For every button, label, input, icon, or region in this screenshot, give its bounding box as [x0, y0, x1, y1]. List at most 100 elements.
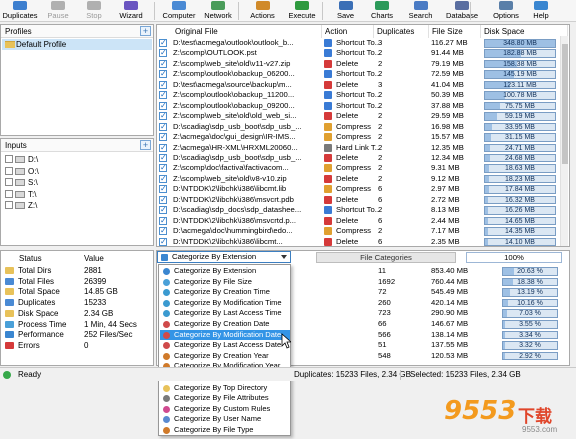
- table-row[interactable]: ✓ Z:\scomp\outlook\obackup_09200... Shortc…: [157, 101, 568, 112]
- row-checkbox[interactable]: ✓: [159, 80, 167, 89]
- wizard-button[interactable]: Wizard: [112, 0, 150, 22]
- row-checkbox[interactable]: ✓: [159, 49, 167, 58]
- table-row[interactable]: ✓ Z:\scomp\web_site\old\v11-v27.zip Delete…: [157, 59, 568, 70]
- row-checkbox[interactable]: ✓: [159, 206, 167, 215]
- computer-button[interactable]: Computer: [160, 0, 198, 22]
- row-checkbox[interactable]: ✓: [159, 216, 167, 225]
- menu-item-categorize[interactable]: Categorize By Custom Rules: [160, 404, 290, 415]
- menu-item-categorize[interactable]: Categorize By Modification Time: [160, 298, 290, 309]
- col-file-size[interactable]: File Size: [429, 25, 481, 38]
- row-checkbox[interactable]: ✓: [159, 237, 167, 246]
- execute-button[interactable]: Execute: [282, 0, 322, 22]
- scrollbar-thumb[interactable]: [562, 44, 568, 164]
- menu-item-categorize[interactable]: Categorize By Top Directory: [160, 383, 290, 394]
- row-checkbox[interactable]: ✓: [159, 39, 167, 47]
- input-item[interactable]: D:\: [2, 154, 152, 165]
- row-checkbox[interactable]: ✓: [159, 174, 167, 183]
- menu-item-categorize[interactable]: Categorize By File Attributes: [160, 393, 290, 404]
- table-row[interactable]: ✓ D:\test\acmega\outlook\outlook_b... Shor…: [157, 38, 568, 49]
- charts-button[interactable]: Charts: [363, 0, 401, 22]
- actions-button[interactable]: Actions: [243, 0, 282, 22]
- col-original-file[interactable]: Original File: [157, 25, 322, 38]
- table-row[interactable]: ✓ D:\scadiag\sdp_docs\sdp_datashee... Shor…: [157, 205, 568, 216]
- category-percent: 2.92 %: [519, 352, 541, 360]
- row-checkbox[interactable]: ✓: [159, 143, 167, 152]
- menu-item-categorize[interactable]: Categorize By Creation Time: [160, 287, 290, 298]
- table-row[interactable]: ✓ D:\acmega\doc\hummingbird\edo... Compres…: [157, 226, 568, 237]
- checkbox[interactable]: [5, 166, 13, 175]
- row-checkbox[interactable]: ✓: [159, 101, 167, 110]
- row-checkbox[interactable]: ✓: [159, 195, 167, 204]
- table-row[interactable]: ✓ Z:\scomp\outlook\obackup_06200... Shortc…: [157, 69, 568, 80]
- menu-item-categorize[interactable]: Categorize By File Type: [160, 425, 290, 436]
- row-checkbox[interactable]: ✓: [159, 70, 167, 79]
- checkbox[interactable]: [5, 201, 13, 209]
- col-duplicates[interactable]: Duplicates: [374, 25, 429, 38]
- pause-button: Pause: [40, 0, 76, 22]
- table-row[interactable]: ✓ D:\NTDDK\2\libchk\i386\libcmt.lib Compre…: [157, 184, 568, 195]
- disk-space-bar: 182.88 MB: [484, 49, 556, 58]
- row-duplicates: 2: [378, 48, 383, 58]
- row-checkbox[interactable]: ✓: [159, 112, 167, 121]
- table-row[interactable]: ✓ Z:\scomp\web_site\old\v8-v10.zip Delete 2…: [157, 174, 568, 185]
- input-item[interactable]: S:\: [2, 177, 152, 188]
- menu-item-categorize[interactable]: Categorize By Modification Date: [160, 329, 290, 341]
- input-item[interactable]: Z:\: [2, 200, 152, 211]
- add-input-button[interactable]: +: [140, 140, 151, 150]
- table-row[interactable]: ✓ Z:\scomp\doc\factiva\factivacom... Compr…: [157, 163, 568, 174]
- checkbox[interactable]: [5, 189, 13, 198]
- zoom-field[interactable]: 100%: [466, 252, 562, 263]
- help-button[interactable]: Help: [526, 0, 556, 22]
- table-row[interactable]: ✓ Z:\scomp\web_site\old\old_web_si... Dele…: [157, 111, 568, 122]
- table-row[interactable]: ✓ D:\scadiag\sdp_usb_boot\sdp_usb_... Comp…: [157, 122, 568, 133]
- menu-item-categorize[interactable]: Categorize By Last Access Date: [160, 340, 290, 351]
- menu-item-categorize[interactable]: Categorize By File Size: [160, 277, 290, 288]
- database-button[interactable]: Database: [440, 0, 484, 22]
- menu-item-categorize[interactable]: Categorize By Creation Date: [160, 319, 290, 330]
- categorize-dropdown[interactable]: Categorize By Extension: [157, 251, 291, 263]
- menu-item-label: Categorize By Creation Time: [174, 287, 270, 297]
- options-button[interactable]: Options: [486, 0, 526, 22]
- category-count: 548: [378, 350, 391, 360]
- input-item-label: O:\: [28, 166, 39, 176]
- col-action[interactable]: Action: [322, 25, 374, 38]
- table-row[interactable]: ✓ Z:\acmega\doc\gui_design\IR-IMS... Compr…: [157, 132, 568, 143]
- add-profile-button[interactable]: +: [140, 26, 151, 36]
- table-row[interactable]: ✓ Z:\acmega\HR-XML\HRXML20060... Hard Link…: [157, 143, 568, 154]
- table-row[interactable]: ✓ D:\scadiag\sdp_usb_boot\sdp_usb_... Dele…: [157, 153, 568, 164]
- row-duplicates: 2: [378, 58, 383, 68]
- col-disk-space[interactable]: Disk Space: [481, 25, 568, 38]
- row-checkbox[interactable]: ✓: [159, 227, 167, 236]
- table-scrollbar[interactable]: [560, 36, 568, 246]
- table-row[interactable]: ✓ Z:\scomp\OUTLOOK.pst Shortcut To... 2 91.4…: [157, 48, 568, 59]
- input-item[interactable]: O:\: [2, 166, 152, 177]
- row-checkbox[interactable]: ✓: [159, 91, 167, 100]
- checkbox[interactable]: [5, 155, 13, 163]
- disk-space-value: 123.11 MB: [503, 81, 537, 89]
- network-button[interactable]: Network: [198, 0, 238, 22]
- input-item[interactable]: T:\: [2, 189, 152, 200]
- row-checkbox[interactable]: ✓: [159, 164, 167, 173]
- table-row[interactable]: ✓ D:\test\acmega\source\backup\m... Delete…: [157, 80, 568, 91]
- row-checkbox[interactable]: ✓: [159, 133, 167, 142]
- menu-item-categorize[interactable]: Categorize By Last Access Time: [160, 308, 290, 319]
- table-row[interactable]: ✓ D:\NTDDK\2\libchk\i386\msvcrtd.p... Dele…: [157, 216, 568, 227]
- save-button[interactable]: Save: [328, 0, 363, 22]
- row-checkbox[interactable]: ✓: [159, 122, 167, 131]
- duplicates-button[interactable]: Duplicates: [0, 0, 40, 22]
- category-count: 1692: [378, 276, 396, 286]
- row-checkbox[interactable]: ✓: [159, 153, 167, 162]
- table-row[interactable]: ✓ D:\NTDDK\2\libchk\i386\libcmt... Delete 6…: [157, 237, 568, 248]
- search-button[interactable]: Search: [401, 0, 440, 22]
- checkbox[interactable]: [5, 178, 13, 186]
- table-row[interactable]: ✓ Z:\scomp\outlook\obackup_11200... Shortc…: [157, 90, 568, 101]
- row-checkbox[interactable]: ✓: [159, 59, 167, 68]
- stats-row: Process Time 1 Min, 44 Secs: [2, 319, 153, 330]
- table-row[interactable]: ✓ D:\NTDDK\2\libchk\i386\msvcrt.pdb Delete…: [157, 195, 568, 206]
- menu-item-categorize[interactable]: Categorize By Extension: [160, 266, 290, 277]
- profile-item-default[interactable]: Default Profile: [2, 39, 152, 50]
- menu-item-categorize[interactable]: Categorize By Creation Year: [160, 351, 290, 362]
- menu-item-categorize[interactable]: Categorize By User Name: [160, 414, 290, 425]
- row-checkbox[interactable]: ✓: [159, 185, 167, 194]
- category-percent: 20.63 %: [517, 268, 543, 275]
